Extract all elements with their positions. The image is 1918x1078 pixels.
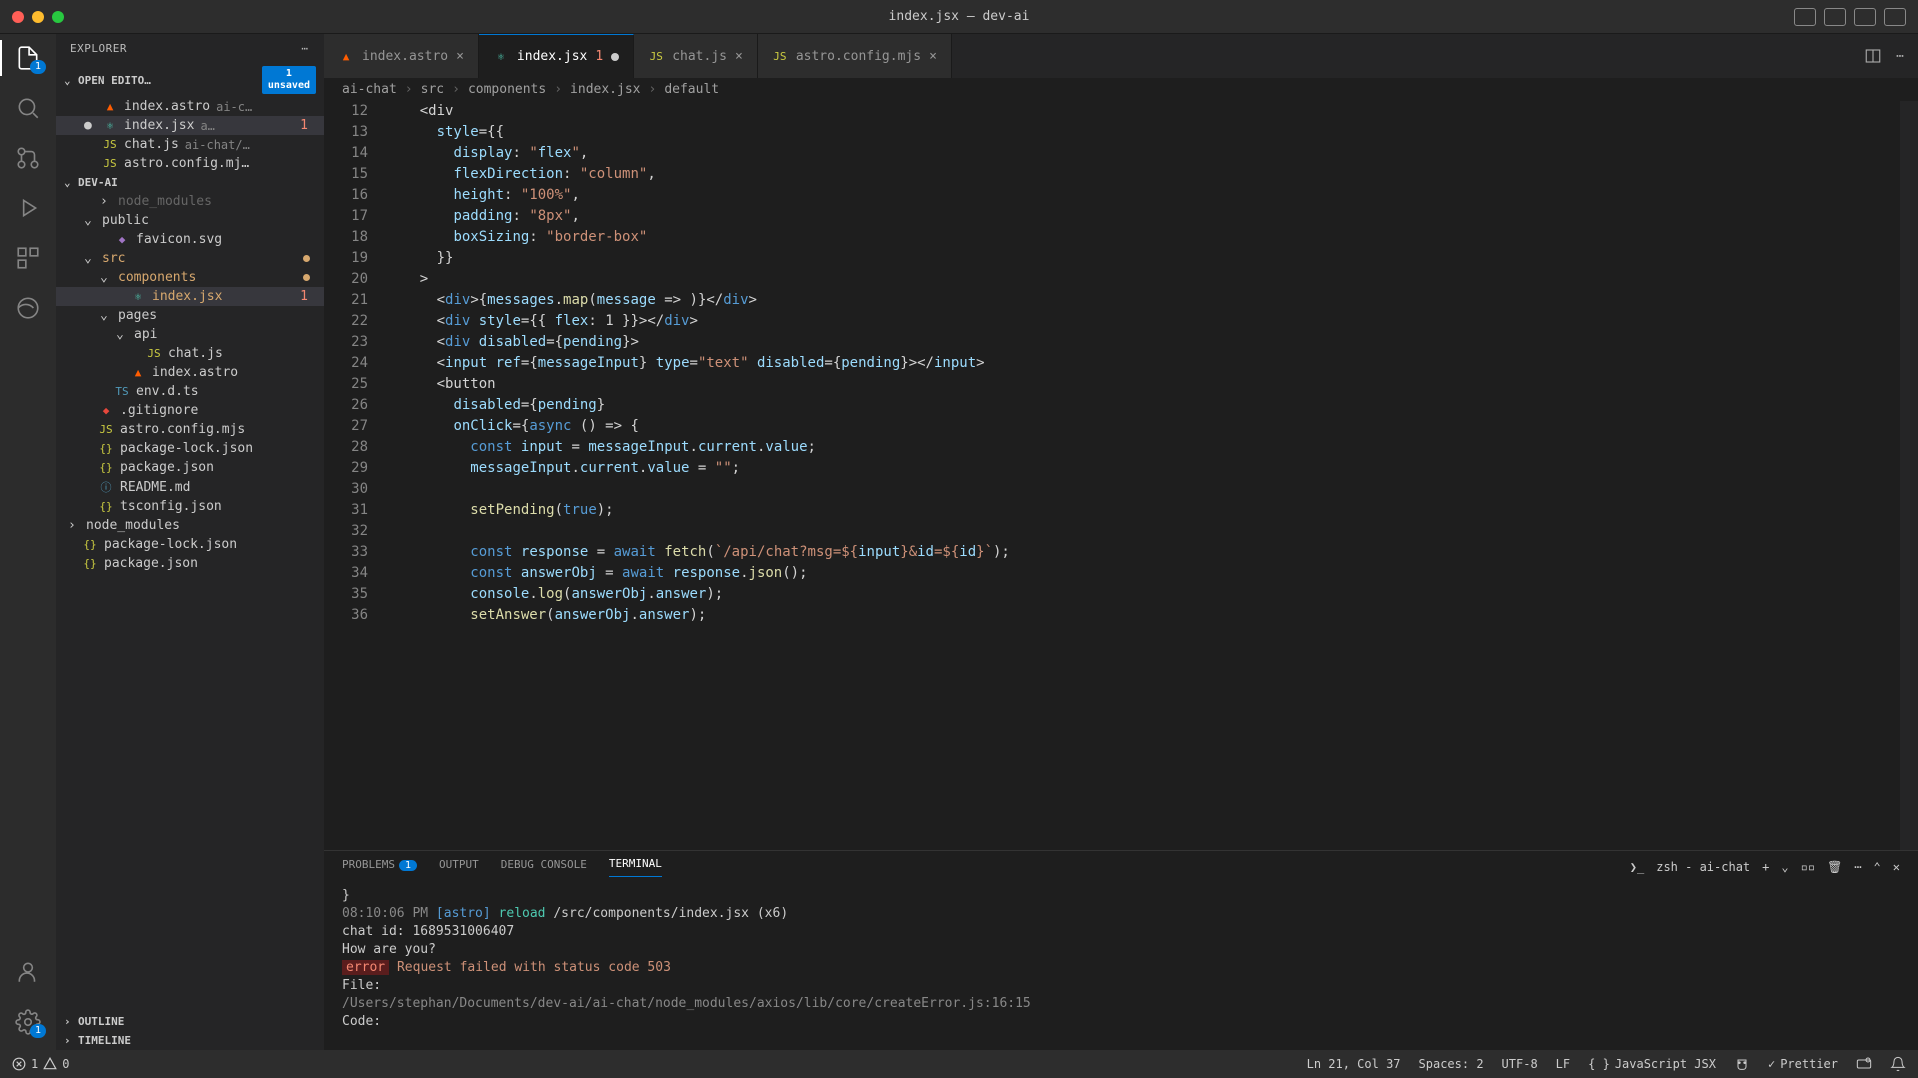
file-item[interactable]: JSchat.js <box>56 344 324 363</box>
breadcrumb-item[interactable]: ai-chat <box>342 82 397 97</box>
status-errors[interactable]: 1 0 <box>12 1057 69 1071</box>
kill-terminal-icon[interactable]: 🗑 <box>1827 860 1842 874</box>
tab-problems[interactable]: PROBLEMS1 <box>342 858 417 877</box>
window-controls <box>12 11 64 23</box>
file-item[interactable]: ◆.gitignore <box>56 401 324 420</box>
status-prettier[interactable]: ✓ Prettier <box>1768 1057 1838 1071</box>
split-terminal-icon[interactable]: ▫▫ <box>1801 860 1815 874</box>
minimize-icon[interactable] <box>32 11 44 23</box>
tab-debug-console[interactable]: DEBUG CONSOLE <box>501 858 587 877</box>
editor-tab[interactable]: JSastro.config.mjs× <box>758 34 952 78</box>
account-icon[interactable] <box>14 958 42 986</box>
sidebar: EXPLORER ⋯ ⌄ OPEN EDITO… 1 unsaved ▲inde… <box>56 34 324 1050</box>
unsaved-badge: 1 unsaved <box>262 66 316 94</box>
open-editors-header[interactable]: ⌄ OPEN EDITO… 1 unsaved <box>56 63 324 97</box>
outline-header[interactable]: ›OUTLINE <box>56 1012 324 1031</box>
settings-icon[interactable]: 1 <box>14 1008 42 1036</box>
file-item[interactable]: {}package-lock.json <box>56 535 324 554</box>
editor-tab[interactable]: JSchat.js× <box>634 34 758 78</box>
source-control-icon[interactable] <box>14 144 42 172</box>
activity-bar: 1 1 <box>0 34 56 1050</box>
open-editor-item[interactable]: ●⚛index.jsxa…1 <box>56 116 324 135</box>
terminal-dropdown-icon[interactable]: ⌄ <box>1781 860 1788 874</box>
project-header[interactable]: ⌄ DEV-AI <box>56 173 324 192</box>
status-copilot-icon[interactable] <box>1734 1056 1750 1072</box>
explorer-badge: 1 <box>30 60 46 74</box>
folder-item[interactable]: ⌄public <box>56 211 324 230</box>
panel-tabs: PROBLEMS1 OUTPUT DEBUG CONSOLE TERMINAL … <box>324 851 1918 883</box>
folder-item[interactable]: ›node_modules <box>56 192 324 211</box>
close-icon[interactable] <box>12 11 24 23</box>
edge-tools-icon[interactable] <box>14 294 42 322</box>
maximize-icon[interactable] <box>52 11 64 23</box>
editor-tab[interactable]: ▲index.astro× <box>324 34 479 78</box>
file-item[interactable]: {}package.json <box>56 554 324 573</box>
minimap[interactable] <box>1900 101 1918 850</box>
file-item[interactable]: ◆favicon.svg <box>56 230 324 249</box>
file-item[interactable]: {}package-lock.json <box>56 439 324 458</box>
open-editor-item[interactable]: JSchat.jsai-chat/… <box>56 135 324 154</box>
status-lang[interactable]: { } JavaScript JSX <box>1588 1057 1716 1071</box>
extensions-icon[interactable] <box>14 244 42 272</box>
toggle-secondary-sidebar-icon[interactable] <box>1854 8 1876 26</box>
status-eol[interactable]: LF <box>1556 1057 1570 1071</box>
open-editor-item[interactable]: ▲index.astroai-c… <box>56 97 324 116</box>
more-terminal-icon[interactable]: ⋯ <box>1854 860 1861 874</box>
new-terminal-icon[interactable]: + <box>1762 860 1769 874</box>
maximize-panel-icon[interactable]: ⌃ <box>1874 860 1881 874</box>
open-editor-item[interactable]: JSastro.config.mj… <box>56 154 324 173</box>
more-icon[interactable]: ⋯ <box>301 42 310 55</box>
status-bell-icon[interactable] <box>1890 1056 1906 1072</box>
toggle-primary-sidebar-icon[interactable] <box>1794 8 1816 26</box>
status-cursor[interactable]: Ln 21, Col 37 <box>1307 1057 1401 1071</box>
file-item[interactable]: JSastro.config.mjs <box>56 420 324 439</box>
sidebar-title: EXPLORER ⋯ <box>56 34 324 63</box>
folder-item[interactable]: ›node_modules <box>56 516 324 535</box>
split-editor-icon[interactable] <box>1864 47 1882 65</box>
more-actions-icon[interactable]: ⋯ <box>1896 49 1904 64</box>
code-editor[interactable]: 1213141516171819202122232425262728293031… <box>324 101 1918 850</box>
timeline-header[interactable]: ›TIMELINE <box>56 1031 324 1050</box>
window-title: index.jsx — dev-ai <box>889 9 1030 24</box>
breadcrumb-item[interactable]: components <box>468 82 546 97</box>
search-icon[interactable] <box>14 94 42 122</box>
file-item[interactable]: {}tsconfig.json <box>56 497 324 516</box>
terminal-output[interactable]: }08:10:06 PM [astro] reload /src/compone… <box>324 883 1918 1050</box>
customize-layout-icon[interactable] <box>1884 8 1906 26</box>
status-feedback-icon[interactable] <box>1856 1056 1872 1072</box>
toggle-panel-icon[interactable] <box>1824 8 1846 26</box>
tab-terminal[interactable]: TERMINAL <box>609 857 662 877</box>
breadcrumb-item[interactable]: default <box>664 82 719 97</box>
status-encoding[interactable]: UTF-8 <box>1502 1057 1538 1071</box>
layout-controls <box>1794 8 1906 26</box>
settings-badge: 1 <box>30 1024 46 1038</box>
file-item[interactable]: ▲index.astro <box>56 363 324 382</box>
editor-tabs: ▲index.astro×⚛index.jsx1JSchat.js×JSastr… <box>324 34 1918 78</box>
titlebar: index.jsx — dev-ai <box>0 0 1918 34</box>
folder-item[interactable]: ⌄api <box>56 325 324 344</box>
file-item[interactable]: ⚛index.jsx1 <box>56 287 324 306</box>
status-bar: 1 0 Ln 21, Col 37 Spaces: 2 UTF-8 LF { }… <box>0 1050 1918 1078</box>
breadcrumbs[interactable]: ai-chat›src›components›index.jsx›default <box>324 78 1918 101</box>
breadcrumb-item[interactable]: src <box>421 82 444 97</box>
terminal-shell-label[interactable]: zsh - ai-chat <box>1656 860 1750 874</box>
editor-tab[interactable]: ⚛index.jsx1 <box>479 34 634 78</box>
file-item[interactable]: TSenv.d.ts <box>56 382 324 401</box>
editor-area: ▲index.astro×⚛index.jsx1JSchat.js×JSastr… <box>324 34 1918 1050</box>
explorer-icon[interactable]: 1 <box>14 44 42 72</box>
terminal-shell-icon[interactable]: ❯_ <box>1630 860 1644 874</box>
breadcrumb-item[interactable]: index.jsx <box>570 82 640 97</box>
run-debug-icon[interactable] <box>14 194 42 222</box>
folder-item[interactable]: ⌄pages <box>56 306 324 325</box>
file-item[interactable]: {}package.json <box>56 458 324 477</box>
folder-item[interactable]: ⌄components <box>56 268 324 287</box>
status-spaces[interactable]: Spaces: 2 <box>1419 1057 1484 1071</box>
bottom-panel: PROBLEMS1 OUTPUT DEBUG CONSOLE TERMINAL … <box>324 850 1918 1050</box>
close-panel-icon[interactable]: ✕ <box>1893 860 1900 874</box>
folder-item[interactable]: ⌄src <box>56 249 324 268</box>
tab-output[interactable]: OUTPUT <box>439 858 479 877</box>
file-item[interactable]: ⓘREADME.md <box>56 477 324 497</box>
